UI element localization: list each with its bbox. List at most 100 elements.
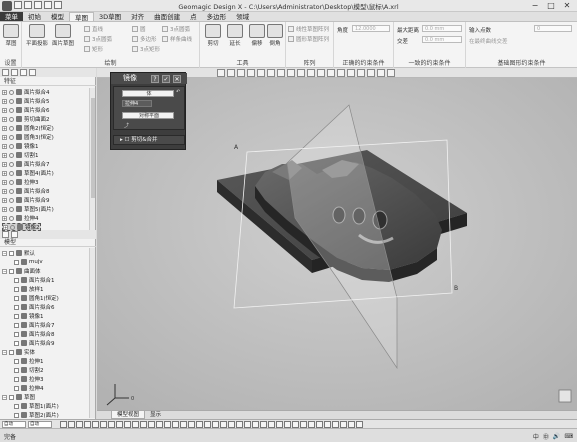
feature-tree-scrollbar[interactable] — [89, 88, 95, 230]
feature-item[interactable]: + 拉伸3 — [2, 178, 39, 186]
keyboard-icon[interactable]: ⌨ — [564, 433, 573, 440]
visibility-icon[interactable] — [9, 143, 14, 149]
trim-merge-section[interactable]: ▸ ☐ 剪切&合并 — [113, 135, 185, 145]
scrollbar-thumb[interactable] — [91, 98, 95, 198]
ime-indicator[interactable]: 中 — [533, 432, 539, 441]
visibility-checkbox[interactable] — [14, 304, 19, 310]
select-mode-icon[interactable] — [297, 69, 305, 77]
shading-icon[interactable] — [267, 69, 275, 77]
visibility-icon[interactable] — [9, 125, 14, 131]
visibility-icon[interactable] — [9, 116, 14, 122]
model-item[interactable]: 面片拟合6 — [14, 303, 55, 311]
expand-icon[interactable]: + — [2, 107, 7, 113]
visibility-checkbox[interactable] — [14, 286, 19, 292]
status-tool-icon[interactable] — [324, 421, 331, 428]
model-item[interactable]: 面片拟合1 — [14, 276, 55, 284]
draw-arc2[interactable]: 3点圆弧 — [162, 25, 190, 33]
model-item[interactable]: 拉伸3 — [14, 375, 44, 383]
model-filter-icon[interactable] — [11, 231, 18, 238]
expand-icon[interactable]: + — [2, 116, 7, 122]
model-item[interactable]: 圆角1(恒定) — [14, 294, 59, 302]
tab-polygon[interactable]: 多边形 — [202, 12, 232, 21]
lasso-icon[interactable] — [307, 69, 315, 77]
visibility-icon[interactable] — [9, 89, 14, 95]
tab-region[interactable]: 领域 — [231, 12, 254, 21]
visibility-checkbox[interactable] — [14, 412, 19, 418]
light-icon[interactable] — [357, 69, 365, 77]
status-tool-icon[interactable] — [276, 421, 283, 428]
expand-icon[interactable]: + — [2, 179, 7, 185]
feature-item[interactable]: + 面片拟合7 — [2, 160, 50, 168]
dialog-ok-button[interactable]: ✓ — [162, 75, 170, 83]
model-group[interactable]: − 默认 — [2, 249, 35, 257]
model-group[interactable]: − 草图 — [2, 393, 35, 401]
minimize-button[interactable]: − — [527, 0, 543, 11]
model-item[interactable]: 放样1 — [14, 285, 44, 293]
tab-point[interactable]: 点 — [185, 12, 202, 21]
tab-3d-sketch[interactable]: 3D草图 — [94, 12, 126, 21]
status-tool-icon[interactable] — [60, 421, 67, 428]
model-group[interactable]: − 实体 — [2, 348, 35, 356]
status-tool-icon[interactable] — [116, 421, 123, 428]
visibility-checkbox[interactable] — [9, 268, 14, 274]
view-cube-icon[interactable] — [558, 389, 572, 403]
model-item[interactable]: 面片拟合9 — [14, 339, 55, 347]
trim-merge-checkbox[interactable]: ▸ ☐ — [120, 137, 131, 143]
tab-model[interactable]: 模型 — [46, 12, 69, 21]
feature-item[interactable]: + 圆角3(恒定) — [2, 133, 54, 141]
visibility-icon[interactable] — [9, 188, 14, 194]
status-tool-icon[interactable] — [140, 421, 147, 428]
draw-circle[interactable]: 圆 — [132, 25, 146, 33]
camera-icon[interactable] — [367, 69, 375, 77]
body-entity-field[interactable]: 体 — [122, 90, 174, 97]
dialog-help-button[interactable]: ? — [151, 75, 159, 83]
status-tool-icon[interactable] — [164, 421, 171, 428]
properties-icon[interactable] — [20, 69, 27, 76]
model-view-icon[interactable] — [2, 231, 9, 238]
status-tool-icon[interactable] — [204, 421, 211, 428]
status-tool-icon[interactable] — [68, 421, 75, 428]
expand-icon[interactable]: + — [2, 143, 7, 149]
visibility-checkbox[interactable] — [14, 259, 19, 265]
feature-item[interactable]: + 拉伸4 — [2, 214, 39, 222]
collapse-icon[interactable]: − — [2, 394, 7, 400]
expand-icon[interactable]: + — [2, 98, 7, 104]
plane-arrow-icon[interactable]: ⤴ — [124, 122, 129, 129]
filter-icon[interactable] — [11, 69, 18, 76]
collapse-icon[interactable]: − — [2, 349, 7, 355]
status-tool-icon[interactable] — [132, 421, 139, 428]
visibility-checkbox[interactable] — [9, 349, 14, 355]
trim-button[interactable]: 剪切 — [202, 24, 224, 47]
status-tool-icon[interactable] — [300, 421, 307, 428]
expand-icon[interactable]: + — [2, 161, 7, 167]
feature-item[interactable]: + 切割1 — [2, 151, 39, 159]
visibility-icon[interactable] — [9, 152, 14, 158]
status-tool-icon[interactable] — [292, 421, 299, 428]
chamfer-button[interactable]: 倒角 — [264, 24, 286, 47]
tab-align[interactable]: 对齐 — [126, 12, 149, 21]
visibility-icon[interactable] — [9, 197, 14, 203]
model-item[interactable]: mujv — [14, 258, 43, 266]
status-tool-icon[interactable] — [228, 421, 235, 428]
feature-item[interactable]: + 面片拟合5 — [2, 97, 50, 105]
draw-line[interactable]: 直线 — [84, 25, 103, 33]
sketch-button[interactable]: 草图 — [0, 24, 22, 47]
visibility-checkbox[interactable] — [9, 394, 14, 400]
expand-icon[interactable]: + — [2, 215, 7, 221]
feature-item[interactable]: + 面片拟合6 — [2, 106, 50, 114]
expand-icon[interactable]: + — [2, 152, 7, 158]
draw-rect[interactable]: 矩形 — [84, 45, 103, 53]
visibility-checkbox[interactable] — [14, 277, 19, 283]
visibility-icon[interactable] — [9, 170, 14, 176]
expand-icon[interactable]: + — [2, 197, 7, 203]
status-tool-icon[interactable] — [172, 421, 179, 428]
dialog-cancel-button[interactable]: ✕ — [173, 75, 181, 83]
tab-display[interactable]: 显示 — [145, 411, 166, 419]
visibility-checkbox[interactable] — [14, 385, 19, 391]
visibility-checkbox[interactable] — [14, 340, 19, 346]
draw-arc[interactable]: 3点圆弧 — [84, 35, 112, 43]
visibility-checkbox[interactable] — [14, 376, 19, 382]
plane-project-button[interactable]: 平面投影 — [26, 24, 48, 47]
status-tool-icon[interactable] — [316, 421, 323, 428]
expand-icon[interactable]: + — [2, 170, 7, 176]
